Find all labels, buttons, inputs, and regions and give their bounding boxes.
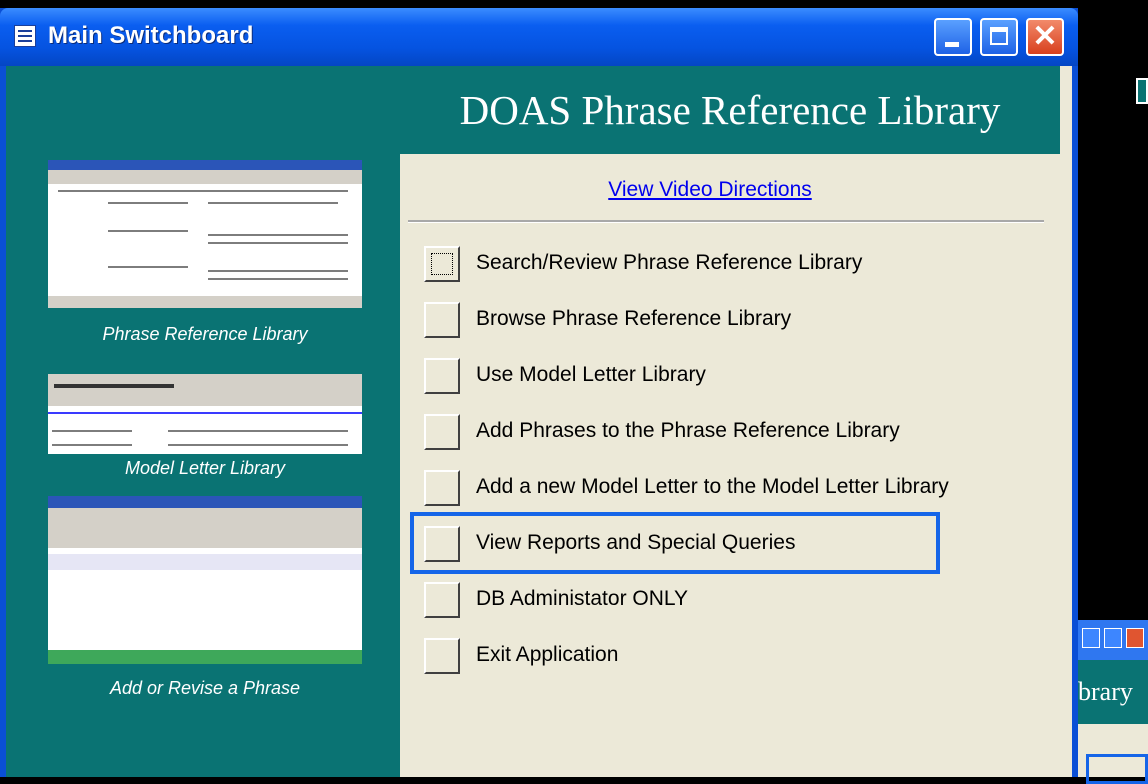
maximize-icon [990,27,1008,45]
bg-close-icon [1126,628,1144,648]
menu-button[interactable] [424,470,460,506]
background-heading: brary [1078,660,1148,724]
menu-button[interactable] [424,582,460,618]
separator [408,220,1044,223]
bg-minimize-icon [1082,628,1100,648]
menu-item-label: Use Model Letter Library [476,363,706,386]
highlight-box [410,512,940,574]
menu-item-browse[interactable]: Browse Phrase Reference Library [424,300,1044,340]
menu-button[interactable] [424,358,460,394]
maximize-button[interactable] [980,18,1018,56]
menu-item-label: Add Phrases to the Phrase Reference Libr… [476,419,900,442]
background-highlight-box [1086,754,1148,784]
caption-phrase-reference-library: Phrase Reference Library [102,324,308,344]
menu-panel: View Video Directions Search/Review Phra… [400,154,1072,777]
menu-item-model-letter[interactable]: Use Model Letter Library [424,356,1044,396]
menu-item-label: DB Administator ONLY [476,587,689,610]
menu-button[interactable] [424,414,460,450]
heading-strip [1060,66,1072,154]
close-icon: ✕ [1032,20,1058,53]
form-icon [14,25,36,47]
background-panel [1078,724,1148,784]
menu-item-add-phrases[interactable]: Add Phrases to the Phrase Reference Libr… [424,412,1044,452]
menu-item-db-admin[interactable]: DB Administator ONLY [424,580,1044,620]
title-bar[interactable]: Main Switchboard ✕ [0,8,1078,66]
menu-button[interactable] [424,246,460,282]
thumbnail-model-letter-library [48,374,362,454]
caption-add-revise-phrase: Add or Revise a Phrase [109,678,301,698]
menu-item-exit[interactable]: Exit Application [424,636,1044,676]
menu-item-label: Browse Phrase Reference Library [476,307,792,330]
background-window: brary [1078,620,1148,784]
menu-item-add-model-letter[interactable]: Add a new Model Letter to the Model Lett… [424,468,1044,508]
main-switchboard-window: Main Switchboard ✕ DOAS Phrase Reference… [0,8,1078,777]
switchboard-form: DOAS Phrase Reference Library Phrase Ref… [6,66,1072,777]
close-button[interactable]: ✕ [1026,18,1064,56]
window-title: Main Switchboard [48,22,254,49]
view-video-directions-link[interactable]: View Video Directions [400,178,1020,202]
minimize-button[interactable] [934,18,972,56]
thumbnail-phrase-reference-library [48,160,362,308]
thumbnail-add-revise-phrase [48,496,362,664]
menu-item-label: Search/Review Phrase Reference Library [476,251,863,274]
caption-model-letter-library: Model Letter Library [124,458,286,478]
form-heading: DOAS Phrase Reference Library [400,66,1060,154]
menu-button[interactable] [424,302,460,338]
menu-button[interactable] [424,638,460,674]
minimize-icon [945,42,959,47]
background-window-fragment [1136,78,1148,104]
menu-item-search-review[interactable]: Search/Review Phrase Reference Library [424,244,1044,284]
background-title-bar [1078,620,1148,660]
bg-maximize-icon [1104,628,1122,648]
menu-item-label: Exit Application [476,643,619,666]
menu-item-label: Add a new Model Letter to the Model Lett… [476,475,949,498]
